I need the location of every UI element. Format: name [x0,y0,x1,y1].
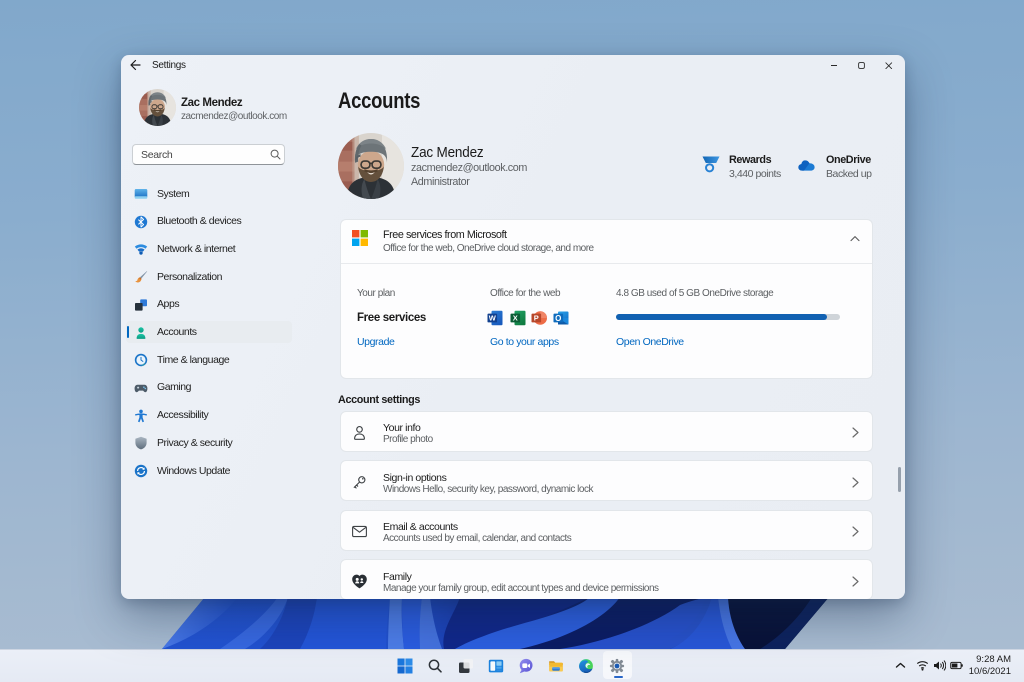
svg-text:P: P [534,313,539,322]
svg-text:X: X [513,313,518,322]
svg-text:W: W [489,313,497,322]
svg-text:O: O [555,313,561,322]
